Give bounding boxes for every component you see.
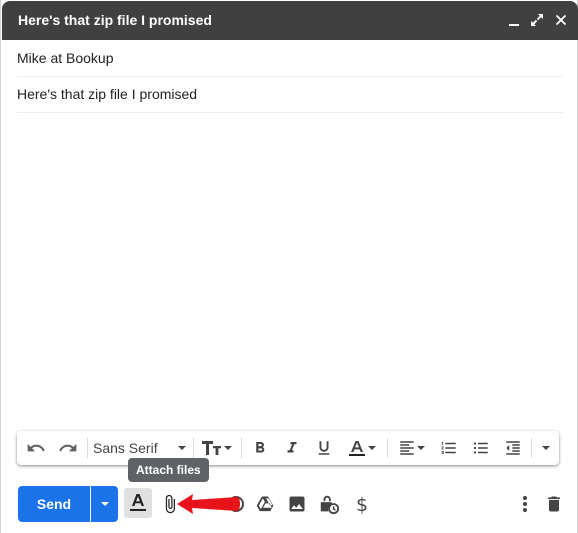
more-options-icon[interactable] [512,491,538,517]
confidential-mode-icon[interactable] [316,491,342,517]
text-color-icon[interactable] [344,431,380,465]
toolbar-divider [387,438,388,458]
compose-titlebar[interactable]: Here's that zip file I promised [2,1,578,40]
formatting-toolbar: Sans Serif [17,431,559,465]
send-button[interactable]: Send [18,486,90,522]
google-drive-icon[interactable] [252,491,278,517]
subject-field[interactable]: Here's that zip file I promised [17,77,563,113]
close-icon[interactable] [552,11,570,29]
recipient-chip[interactable]: Mike at Bookup [17,50,114,66]
undo-icon[interactable] [25,431,47,465]
recipient-field[interactable]: Mike at Bookup [17,41,563,77]
formatting-options-icon[interactable] [124,488,152,518]
numbered-list-icon[interactable] [437,431,461,465]
more-formatting-icon[interactable] [537,431,555,465]
toolbar-divider [531,438,532,458]
indent-less-icon[interactable] [501,431,525,465]
bold-icon[interactable] [248,431,272,465]
compose-window: Here's that zip file I promised Mike at … [0,0,578,533]
discard-draft-icon[interactable] [541,491,567,517]
toolbar-divider [193,438,194,458]
chevron-down-icon [100,502,109,506]
attach-files-tooltip: Attach files [128,458,209,482]
bulleted-list-icon[interactable] [469,431,493,465]
italic-icon[interactable] [280,431,304,465]
annotation-arrow-icon [177,494,240,514]
font-name-label: Sans Serif [93,440,158,456]
send-money-icon[interactable]: $ [349,491,375,517]
insert-photo-icon[interactable] [284,491,310,517]
align-icon[interactable] [394,431,430,465]
underline-icon[interactable] [312,431,336,465]
toolbar-divider [241,438,242,458]
toolbar-divider [87,438,88,458]
chevron-down-icon [178,446,186,450]
compose-title: Here's that zip file I promised [18,12,212,28]
send-options-button[interactable] [91,486,118,522]
expand-icon[interactable] [528,11,546,29]
svg-text:$: $ [356,494,368,515]
subject-text[interactable]: Here's that zip file I promised [17,86,197,102]
minimize-icon[interactable] [505,11,523,29]
message-body[interactable] [17,113,563,423]
redo-icon[interactable] [57,431,79,465]
